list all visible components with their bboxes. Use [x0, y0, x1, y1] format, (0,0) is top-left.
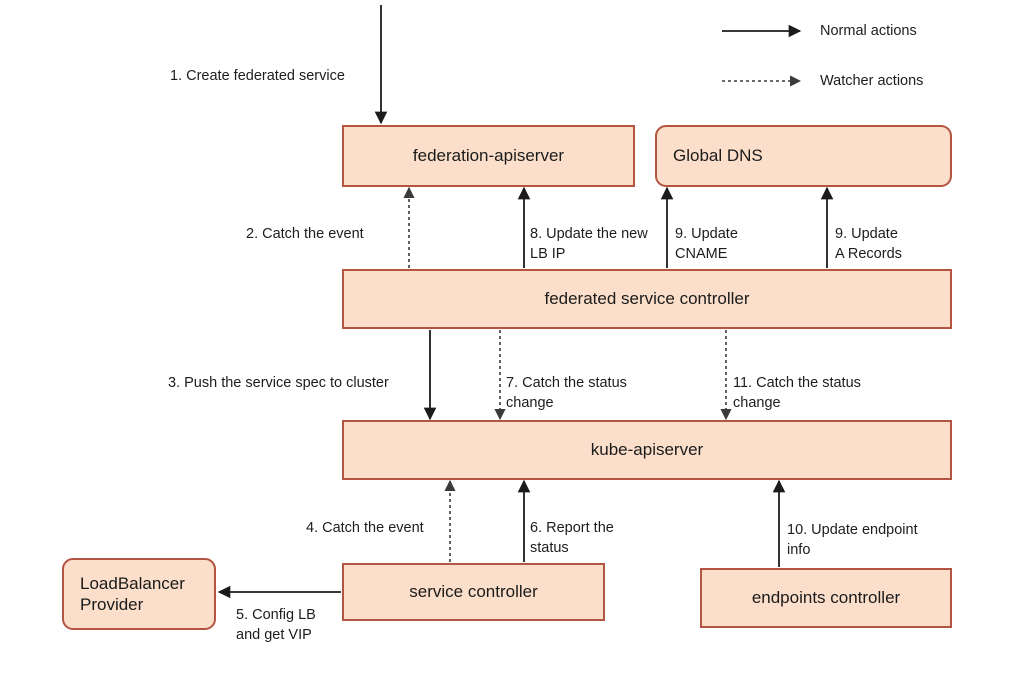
- edge-label-step-7: 7. Catch the status change: [506, 375, 627, 411]
- node-service-controller[interactable]: service controller: [342, 563, 605, 621]
- legend-label-watcher-actions: Watcher actions: [820, 73, 924, 89]
- node-loadbalancer-provider[interactable]: LoadBalancer Provider: [62, 558, 216, 630]
- edge-label-step-1: 1. Create federated service: [170, 68, 345, 84]
- edge-label-step-6: 6. Report the status: [530, 520, 614, 556]
- edge-label-step-2: 2. Catch the event: [246, 226, 364, 242]
- edge-label-step-4: 4. Catch the event: [306, 520, 424, 536]
- node-endpoints-controller[interactable]: endpoints controller: [700, 568, 952, 628]
- edge-label-step-8: 8. Update the new LB IP: [530, 226, 648, 262]
- edge-label-step-9-a-records: 9. Update A Records: [835, 226, 902, 262]
- node-federation-apiserver[interactable]: federation-apiserver: [342, 125, 635, 187]
- edge-label-step-3: 3. Push the service spec to cluster: [168, 375, 389, 391]
- node-global-dns[interactable]: Global DNS: [655, 125, 952, 187]
- node-federated-service-controller[interactable]: federated service controller: [342, 269, 952, 329]
- diagram-canvas: Normal actions Watcher actions federatio…: [0, 0, 1014, 677]
- edge-label-step-9-cname: 9. Update CNAME: [675, 226, 738, 262]
- edge-label-step-10: 10. Update endpoint info: [787, 522, 918, 558]
- legend-label-normal-actions: Normal actions: [820, 23, 917, 39]
- edge-label-step-5: 5. Config LB and get VIP: [236, 607, 316, 643]
- edge-label-step-11: 11. Catch the status change: [733, 375, 861, 411]
- node-kube-apiserver[interactable]: kube-apiserver: [342, 420, 952, 480]
